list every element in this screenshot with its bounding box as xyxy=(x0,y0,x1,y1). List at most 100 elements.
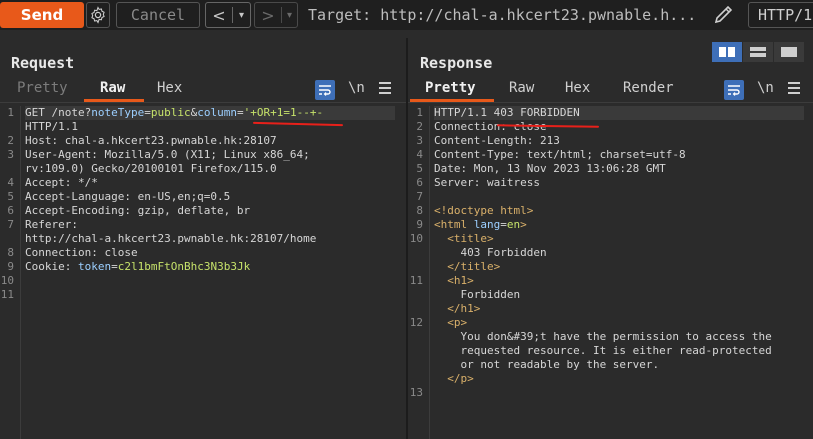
code-text: Connection: close xyxy=(25,246,138,260)
request-tab-raw[interactable]: Raw xyxy=(100,80,125,96)
code-token: Content-Type: text/html; charset=utf-8 xyxy=(434,148,686,161)
line-number: 5 xyxy=(7,190,14,203)
code-token: = xyxy=(500,218,507,231)
request-editor[interactable]: 1 GET /note?noteType=public&column='+OR+1… xyxy=(0,106,400,302)
code-text: Content-Length: 213 xyxy=(434,134,560,148)
response-tab-hex[interactable]: Hex xyxy=(565,80,590,96)
code-line: </p> xyxy=(409,372,813,386)
code-text: </h1> xyxy=(434,302,480,316)
code-token: Host: chal-a.hkcert23.pwnable.hk:28107 xyxy=(25,134,277,147)
panel-divider[interactable] xyxy=(406,38,408,439)
code-line: 1 GET /note?noteType=public&column='+OR+1… xyxy=(0,106,400,120)
http-version-selector[interactable]: HTTP/1 xyxy=(748,2,813,28)
settings-button[interactable] xyxy=(86,2,110,28)
layout-split-vertical-icon xyxy=(719,47,735,57)
request-wrap-button[interactable] xyxy=(315,80,335,100)
pencil-icon xyxy=(714,5,733,24)
line-number: 11 xyxy=(0,288,14,301)
request-tab-pretty[interactable]: Pretty xyxy=(17,80,68,96)
code-text: Accept-Encoding: gzip, deflate, br xyxy=(25,204,250,218)
response-tab-render[interactable]: Render xyxy=(623,80,674,96)
code-line: 10 <title> xyxy=(409,232,813,246)
send-button[interactable]: Send xyxy=(0,2,84,28)
code-token: Forbidden xyxy=(434,288,521,301)
code-token: Cookie: xyxy=(25,260,78,273)
edit-target-button[interactable] xyxy=(712,4,736,26)
line-number: 6 xyxy=(416,176,423,189)
code-text: 403 Forbidden xyxy=(434,246,547,260)
response-tab-pretty[interactable]: Pretty xyxy=(425,80,476,96)
code-line: http://chal-a.hkcert23.pwnable.hk:28107/… xyxy=(0,232,400,246)
code-line: 3 User-Agent: Mozilla/5.0 (X11; Linux x86… xyxy=(0,148,400,162)
code-line: </h1> xyxy=(409,302,813,316)
code-text: <!doctype html> xyxy=(434,204,533,218)
code-token: = xyxy=(111,260,118,273)
code-token: column xyxy=(197,106,237,119)
code-token: <title> xyxy=(434,232,494,245)
code-token: public xyxy=(150,106,191,119)
code-text: Accept-Language: en-US,en;q=0.5 xyxy=(25,190,230,204)
code-token: or not readable by the server. xyxy=(434,358,660,371)
code-line: 2 Host: chal-a.hkcert23.pwnable.hk:28107 xyxy=(0,134,400,148)
response-menu-icon[interactable] xyxy=(788,82,800,97)
code-line: 4 Content-Type: text/html; charset=utf-8 xyxy=(409,148,813,162)
code-text: </p> xyxy=(434,372,474,386)
code-line: 2 Connection: close xyxy=(409,120,813,134)
code-text: </title> xyxy=(434,260,500,274)
code-text: Forbidden xyxy=(434,288,520,302)
code-text: HTTP/1.1 403 FORBIDDEN xyxy=(434,106,804,120)
line-number: 2 xyxy=(416,120,423,133)
line-number: 5 xyxy=(416,162,423,175)
code-token: </h1> xyxy=(434,302,481,315)
cancel-button[interactable]: Cancel xyxy=(116,2,200,28)
line-number: 1 xyxy=(7,106,14,119)
line-number: 8 xyxy=(416,204,423,217)
back-dropdown-icon[interactable]: ▾ xyxy=(233,10,250,21)
back-button[interactable]: < ▾ xyxy=(205,2,251,28)
response-wrap-button[interactable] xyxy=(724,80,744,100)
line-number: 7 xyxy=(416,190,423,203)
code-token: Accept: */* xyxy=(25,176,98,189)
request-newline-toggle[interactable]: \n xyxy=(348,80,365,96)
code-token: <html xyxy=(434,218,474,231)
line-number: 11 xyxy=(409,274,423,287)
code-line: 10 xyxy=(0,274,400,288)
wrap-lines-icon xyxy=(319,85,331,96)
code-token: = xyxy=(236,106,244,119)
code-line: 5 Accept-Language: en-US,en;q=0.5 xyxy=(0,190,400,204)
code-token: Server: waitress xyxy=(434,176,540,189)
layout-tabs-button[interactable] xyxy=(774,42,804,62)
forward-button[interactable]: > ▾ xyxy=(254,2,298,28)
layout-split-horizontal-icon xyxy=(750,47,766,57)
code-text: Date: Mon, 13 Nov 2023 13:06:28 GMT xyxy=(434,162,666,176)
code-line: </title> xyxy=(409,260,813,274)
code-token: > xyxy=(520,218,527,231)
request-tab-hex[interactable]: Hex xyxy=(157,80,182,96)
code-token: c2l1bmFtOnBhc3N3b3Jk xyxy=(117,260,251,273)
response-editor[interactable]: 1 HTTP/1.1 403 FORBIDDEN 2 Connection: clos… xyxy=(409,106,813,400)
line-number: 9 xyxy=(7,260,14,273)
line-number: 4 xyxy=(7,176,14,189)
code-line: 1 HTTP/1.1 403 FORBIDDEN xyxy=(409,106,813,120)
line-number: 1 xyxy=(416,106,423,119)
code-text: <html lang=en> xyxy=(434,218,527,232)
response-title: Response xyxy=(420,54,493,72)
line-number: 10 xyxy=(409,232,423,245)
line-number: 3 xyxy=(7,148,14,161)
response-tab-raw[interactable]: Raw xyxy=(509,80,534,96)
code-text: You don&#39;t have the permission to acc… xyxy=(434,330,771,344)
response-newline-toggle[interactable]: \n xyxy=(757,80,774,96)
code-token: Connection: close xyxy=(25,246,138,259)
code-line: requested resource. It is either read-pr… xyxy=(409,344,813,358)
code-line: 9 Cookie: token=c2l1bmFtOnBhc3N3b3Jk xyxy=(0,260,400,274)
code-text: or not readable by the server. xyxy=(434,358,659,372)
code-line: 11 xyxy=(0,288,400,302)
layout-split-horizontal-button[interactable] xyxy=(743,42,773,62)
forward-dropdown-icon[interactable]: ▾ xyxy=(282,10,297,21)
code-token: en xyxy=(506,218,521,231)
code-token: 403 Forbidden xyxy=(434,246,547,259)
gear-icon xyxy=(91,6,105,24)
layout-split-vertical-button[interactable] xyxy=(712,42,742,62)
request-menu-icon[interactable] xyxy=(379,82,391,97)
top-toolbar: Send Cancel < ▾ > ▾ Target: http://chal-… xyxy=(0,0,813,30)
